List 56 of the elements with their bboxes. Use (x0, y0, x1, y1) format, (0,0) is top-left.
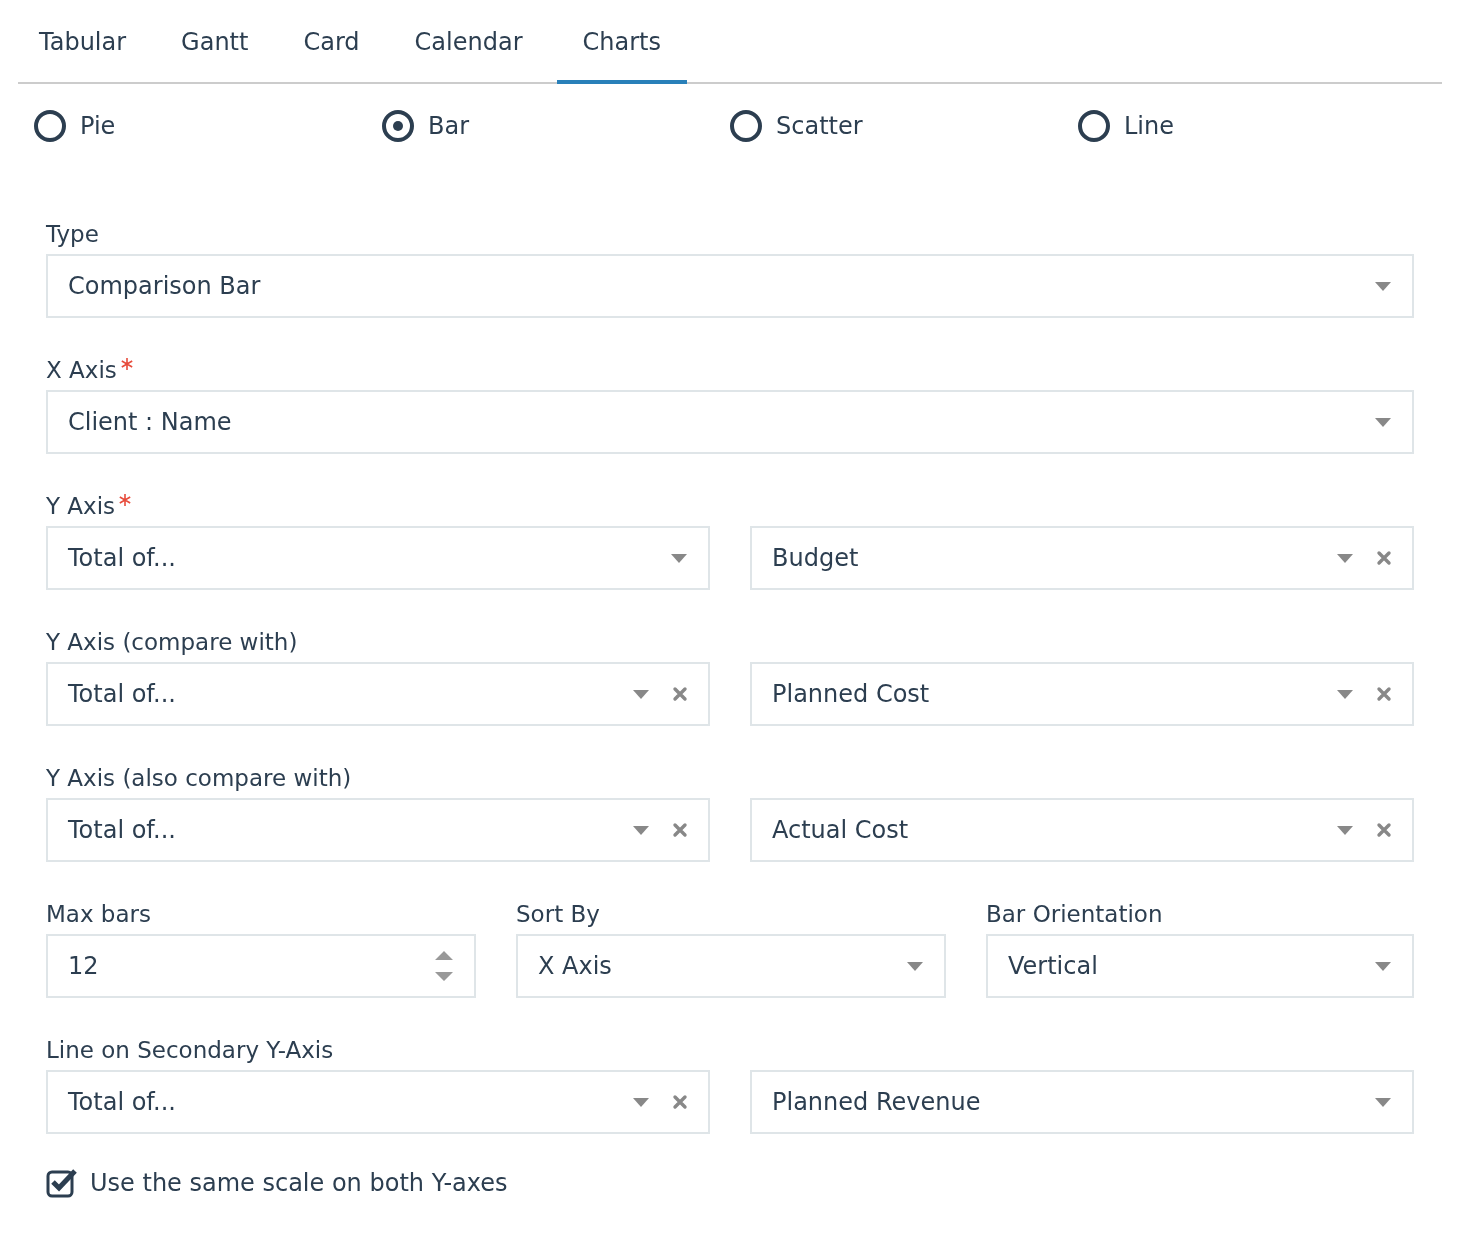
radio-button[interactable] (34, 110, 66, 142)
view-tab[interactable]: Gantt (160, 0, 270, 84)
dropdown-caret-icon[interactable] (1374, 280, 1392, 292)
checkbox-label[interactable]: Use the same scale on both Y-axes (90, 1169, 508, 1197)
select-field[interactable]: Total of... (46, 1070, 710, 1134)
field-label: X Axis (46, 357, 117, 383)
field-label: Y Axis (compare with) (46, 629, 298, 655)
radio-button[interactable] (382, 110, 414, 142)
clear-icon[interactable] (672, 822, 688, 838)
spinner-icon[interactable] (434, 950, 454, 982)
select-field[interactable]: Actual Cost (750, 798, 1414, 862)
clear-icon[interactable] (672, 686, 688, 702)
field-label: Max bars (46, 901, 151, 927)
clear-icon[interactable] (1376, 822, 1392, 838)
clear-icon[interactable] (672, 1094, 688, 1110)
dropdown-caret-icon[interactable] (1374, 416, 1392, 428)
view-tab[interactable]: Charts (556, 0, 687, 84)
checkbox[interactable] (46, 1168, 78, 1198)
select-field[interactable]: X Axis (516, 934, 946, 998)
dropdown-caret-icon[interactable] (1374, 960, 1392, 972)
dropdown-caret-icon[interactable] (1336, 688, 1354, 700)
radio-button[interactable] (1078, 110, 1110, 142)
dropdown-caret-icon[interactable] (632, 688, 650, 700)
dropdown-caret-icon[interactable] (632, 824, 650, 836)
select-field[interactable]: Client : Name (46, 390, 1414, 454)
select-field[interactable]: Planned Cost (750, 662, 1414, 726)
dropdown-caret-icon[interactable] (1336, 824, 1354, 836)
select-field[interactable]: Total of... (46, 798, 710, 862)
dropdown-caret-icon[interactable] (906, 960, 924, 972)
field-label: Type (46, 221, 99, 247)
clear-icon[interactable] (1376, 550, 1392, 566)
radio-label[interactable]: Scatter (776, 112, 863, 140)
field-label: Y Axis (also compare with) (46, 765, 352, 791)
view-tab[interactable]: Tabular (18, 0, 148, 84)
clear-icon[interactable] (1376, 686, 1392, 702)
select-field[interactable]: Vertical (986, 934, 1414, 998)
dropdown-caret-icon[interactable] (1336, 552, 1354, 564)
select-field[interactable]: Total of... (46, 662, 710, 726)
select-field[interactable]: Comparison Bar (46, 254, 1414, 318)
field-label: Line on Secondary Y-Axis (46, 1037, 334, 1063)
dropdown-caret-icon[interactable] (670, 552, 688, 564)
radio-button[interactable] (730, 110, 762, 142)
radio-label[interactable]: Pie (80, 112, 116, 140)
select-field[interactable]: Planned Revenue (750, 1070, 1414, 1134)
view-tab[interactable]: Card (282, 0, 381, 84)
radio-label[interactable]: Line (1124, 112, 1174, 140)
field-label: Y Axis (46, 493, 116, 519)
select-field[interactable]: Total of... (46, 526, 710, 590)
number-field[interactable]: 12 (46, 934, 476, 998)
radio-label[interactable]: Bar (428, 112, 470, 140)
dropdown-caret-icon[interactable] (632, 1096, 650, 1108)
view-tab[interactable]: Calendar (393, 0, 544, 84)
select-field[interactable]: Budget (750, 526, 1414, 590)
field-label: Bar Orientation (986, 901, 1163, 927)
dropdown-caret-icon[interactable] (1374, 1096, 1392, 1108)
field-label: Sort By (516, 901, 600, 927)
